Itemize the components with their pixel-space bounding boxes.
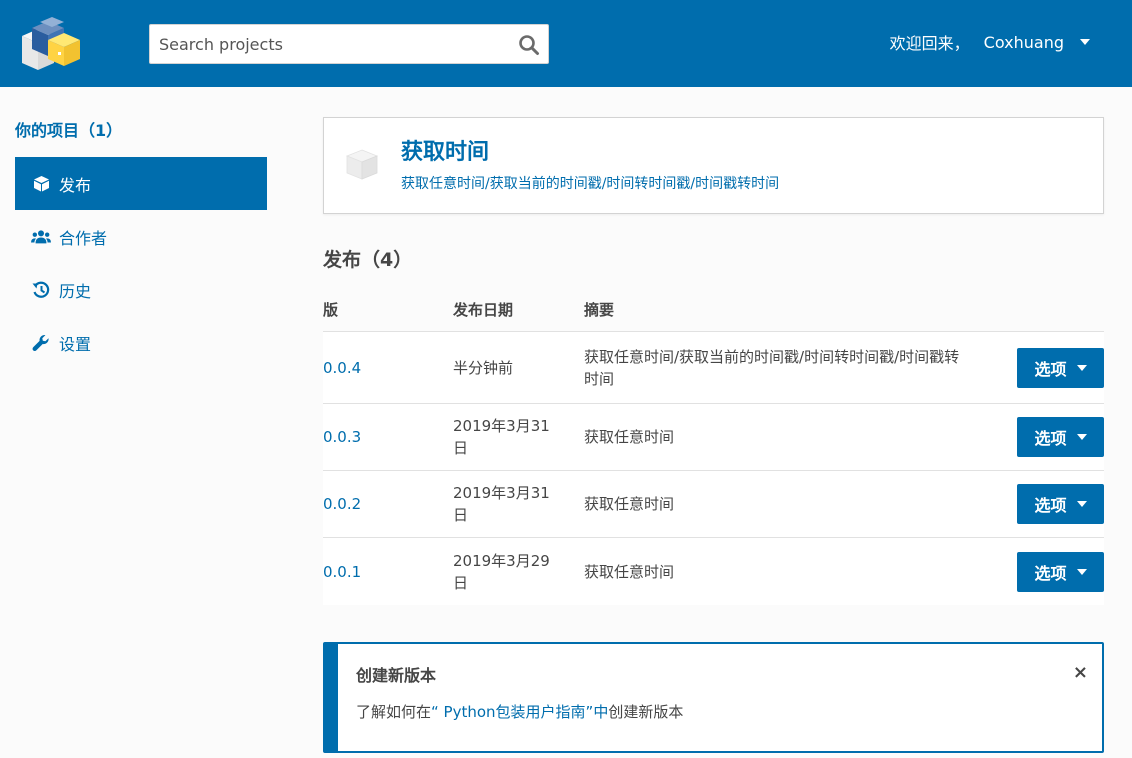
sidebar-item-label: 合作者	[59, 228, 108, 248]
package-icon	[345, 149, 379, 180]
chevron-down-icon	[1076, 364, 1087, 371]
options-button-label: 选项	[1034, 429, 1067, 448]
callout-text: 了解如何在“ Python包装用户指南”中创建新版本	[356, 701, 683, 722]
callout-title: 创建新版本	[356, 666, 437, 685]
project-summary: 获取任意时间/获取当前的时间戳/时间转时间戳/时间戳转时间	[401, 176, 780, 192]
release-version-link[interactable]: 0.0.4	[323, 359, 453, 377]
chevron-down-icon	[1076, 501, 1087, 507]
options-button[interactable]: 选项	[1017, 347, 1104, 388]
packaging-guide-link[interactable]: “ Python包装用户指南”中	[431, 703, 608, 721]
options-button[interactable]: 选项	[1017, 551, 1104, 592]
release-date: 半分钟前	[453, 358, 514, 377]
options-button-label: 选项	[1034, 359, 1067, 379]
options-button-label: 选项	[1034, 563, 1067, 583]
sidebar-item-settings[interactable]: 设置	[15, 316, 267, 369]
options-button[interactable]: 选项	[1017, 417, 1104, 457]
table-row: 0.0.1 2019年3月29日 获取任意时间 选项	[323, 538, 1104, 605]
greeting-text: 欢迎回来，	[889, 34, 970, 53]
sidebar: 你的项目（1） 发布 合作者 历史 设置	[15, 117, 267, 369]
release-version-link[interactable]: 0.0.3	[323, 428, 453, 446]
username: Coxhuang	[983, 32, 1064, 52]
release-date: 2019年3月31日	[453, 484, 550, 524]
release-summary: 获取任意时间/获取当前的时间戳/时间转时间戳/时间戳转时间	[584, 347, 960, 388]
column-header-date: 发布日期	[453, 301, 514, 319]
users-icon	[31, 227, 51, 247]
table-row: 0.0.2 2019年3月31日 获取任意时间 选项	[323, 471, 1104, 538]
table-row: 0.0.4 半分钟前 获取任意时间/获取当前的时间戳/时间转时间戳/时间戳转时间…	[323, 332, 1104, 404]
sidebar-nav: 发布 合作者 历史 设置	[15, 157, 267, 369]
release-summary: 获取任意时间	[584, 495, 675, 513]
chevron-down-icon	[1076, 434, 1087, 440]
close-button[interactable]: ×	[1073, 662, 1088, 683]
releases-heading: 发布（4）	[323, 249, 413, 271]
releases-table: 版 发布日期 摘要 0.0.4 半分钟前 获取任意时间/获取当前的时间戳/时间转…	[323, 288, 1104, 605]
top-bar: 欢迎回来， Coxhuang	[0, 0, 1132, 87]
chevron-down-icon	[1076, 568, 1087, 575]
search-box	[149, 24, 549, 64]
chevron-down-icon	[1080, 39, 1090, 45]
callout-text-before: 了解如何在	[356, 703, 432, 721]
sidebar-item-collaborators[interactable]: 合作者	[15, 210, 267, 263]
sidebar-item-label: 设置	[59, 334, 92, 354]
sidebar-item-label: 历史	[59, 281, 92, 301]
search-input[interactable]	[150, 25, 500, 63]
sidebar-item-history[interactable]: 历史	[15, 263, 267, 316]
sidebar-title[interactable]: 你的项目（1）	[15, 117, 267, 143]
release-version-link[interactable]: 0.0.2	[323, 495, 453, 513]
options-button-label: 选项	[1034, 496, 1067, 515]
project-title[interactable]: 获取时间	[401, 134, 489, 166]
sidebar-item-releases[interactable]: 发布	[15, 157, 267, 210]
table-row: 0.0.3 2019年3月31日 获取任意时间 选项	[323, 404, 1104, 471]
column-header-summary: 摘要	[584, 301, 615, 319]
sidebar-item-label: 发布	[59, 175, 92, 195]
table-header: 版 发布日期 摘要	[323, 288, 1104, 332]
search-icon[interactable]	[518, 34, 540, 56]
create-release-callout: 创建新版本 × 了解如何在“ Python包装用户指南”中创建新版本	[323, 642, 1104, 753]
release-date: 2019年3月31日	[453, 417, 550, 457]
options-button[interactable]: 选项	[1017, 484, 1104, 524]
wrench-icon	[31, 333, 51, 353]
pypi-logo[interactable]	[12, 14, 82, 72]
user-menu[interactable]: 欢迎回来， Coxhuang	[890, 30, 1090, 54]
cube-icon	[31, 174, 51, 194]
history-icon	[31, 280, 51, 300]
release-version-link[interactable]: 0.0.1	[323, 563, 453, 581]
project-card: 获取时间 获取任意时间/获取当前的时间戳/时间转时间戳/时间戳转时间	[323, 117, 1104, 214]
release-summary: 获取任意时间	[584, 428, 675, 446]
column-header-version: 版	[323, 301, 339, 319]
callout-text-after: 创建新版本	[608, 703, 684, 721]
release-date: 2019年3月29日	[453, 551, 550, 592]
release-summary: 获取任意时间	[584, 562, 675, 581]
